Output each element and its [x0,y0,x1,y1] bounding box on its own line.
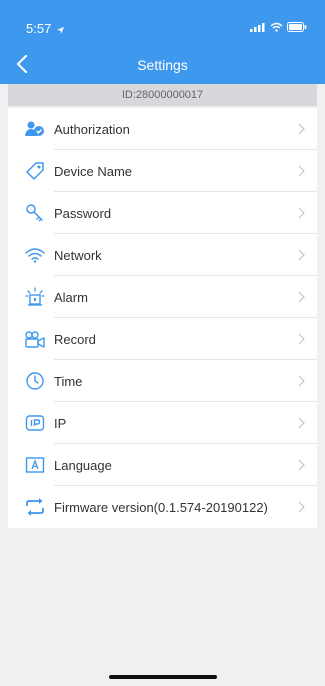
location-arrow-icon [56,22,65,40]
settings-item-label: Language [54,457,112,473]
settings-item-password[interactable]: Password [8,192,317,234]
page-title: Settings [137,57,188,73]
settings-list: Authorization Device Name Password Netwo… [8,108,317,528]
settings-item-device-name[interactable]: Device Name [8,150,317,192]
settings-item-authorization[interactable]: Authorization [8,108,317,150]
settings-item-record[interactable]: Record [8,318,317,360]
home-indicator[interactable] [109,675,217,679]
tag-icon [20,161,50,181]
settings-item-label: Device Name [54,163,133,179]
wifi-icon [270,22,283,32]
settings-item-language[interactable]: Language [8,444,317,486]
chevron-right-icon [293,417,309,429]
settings-item-network[interactable]: Network [8,234,317,276]
settings-item-alarm[interactable]: Alarm [8,276,317,318]
device-id-bar: ID:28000000017 [8,84,317,106]
chevron-right-icon [293,501,309,513]
settings-item-ip[interactable]: IP [8,402,317,444]
refresh-icon [20,497,50,517]
app-header: 5:57 Settings [0,0,325,84]
settings-item-label: IP [54,415,67,431]
battery-icon [287,22,307,32]
chevron-right-icon [293,249,309,261]
settings-item-label: Record [54,331,96,347]
chevron-right-icon [293,165,309,177]
settings-item-label: Firmware version(0.1.574-20190122) [54,499,268,515]
settings-item-label: Network [54,247,102,263]
settings-item-firmware[interactable]: Firmware version(0.1.574-20190122) [8,486,317,528]
language-icon [20,456,50,474]
user-auth-icon [20,120,50,138]
wifi-icon [20,247,50,263]
video-camera-icon [20,330,50,348]
settings-item-label: Alarm [54,289,88,305]
settings-item-label: Time [54,373,83,389]
clock-icon [20,371,50,391]
chevron-right-icon [293,123,309,135]
chevron-right-icon [293,459,309,471]
chevron-right-icon [293,375,309,387]
ip-icon [20,414,50,432]
alarm-icon [20,287,50,307]
chevron-right-icon [293,333,309,345]
key-icon [20,203,50,223]
settings-item-time[interactable]: Time [8,360,317,402]
chevron-right-icon [293,207,309,219]
settings-item-label: Authorization [54,121,130,137]
chevron-right-icon [293,291,309,303]
status-time: 5:57 [26,21,52,36]
settings-item-label: Password [54,205,112,221]
status-icons [250,22,307,32]
signal-icon [250,22,266,32]
